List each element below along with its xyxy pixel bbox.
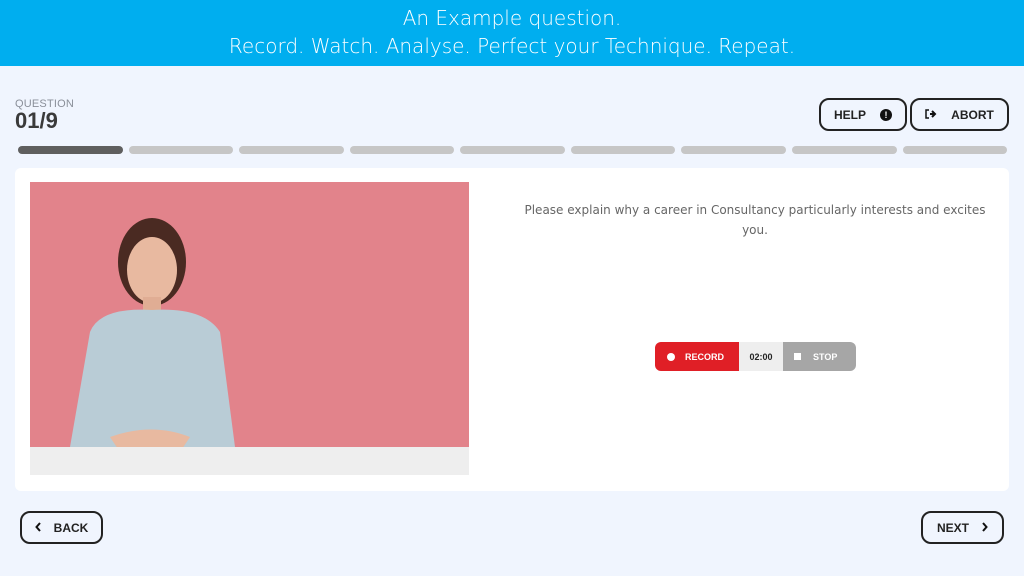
timer: 02:00 — [739, 342, 783, 371]
back-label: BACK — [53, 520, 89, 535]
abort-label: ABORT — [951, 107, 994, 122]
desk — [30, 447, 469, 475]
progress-segment-9 — [902, 146, 1008, 154]
record-button[interactable]: RECORD — [655, 342, 739, 371]
back-button[interactable]: BACK — [20, 511, 103, 544]
progress-segment-2 — [128, 146, 234, 154]
interviewer-photo — [30, 182, 469, 475]
next-button[interactable]: NEXT — [921, 511, 1004, 544]
record-label: RECORD — [685, 351, 725, 362]
sign-out-icon — [925, 108, 937, 122]
chevron-right-icon — [981, 521, 988, 535]
progress-segment-1 — [18, 146, 123, 154]
progress-segment-4 — [349, 146, 455, 154]
recorder-controls: RECORD 02:00 STOP — [655, 342, 856, 371]
chevron-left-icon — [34, 521, 42, 535]
stop-label: STOP — [813, 351, 838, 362]
question-number: 01/9 — [15, 108, 58, 133]
info-icon: ! — [880, 108, 892, 121]
banner-subtitle: Record. Watch. Analyse. Perfect your Tec… — [228, 34, 796, 58]
banner: An Example question. Record. Watch. Anal… — [0, 0, 1024, 66]
stop-icon — [794, 353, 801, 360]
progress-segment-3 — [239, 146, 344, 154]
stop-button[interactable]: STOP — [783, 342, 856, 371]
progress-segment-8 — [791, 146, 897, 154]
next-label: NEXT — [936, 520, 969, 535]
banner-title: An Example question. — [402, 6, 622, 30]
help-button[interactable]: HELP ! — [819, 98, 907, 131]
help-label: HELP — [833, 107, 866, 122]
progress-segment-7 — [681, 146, 786, 154]
abort-button[interactable]: ABORT — [910, 98, 1009, 131]
question-text: Please explain why a career in Consultan… — [524, 203, 986, 237]
record-icon — [667, 352, 675, 361]
progress-bar — [18, 146, 1008, 154]
progress-segment-5 — [460, 146, 565, 154]
person-illustration — [70, 218, 235, 452]
progress-segment-6 — [570, 146, 676, 154]
